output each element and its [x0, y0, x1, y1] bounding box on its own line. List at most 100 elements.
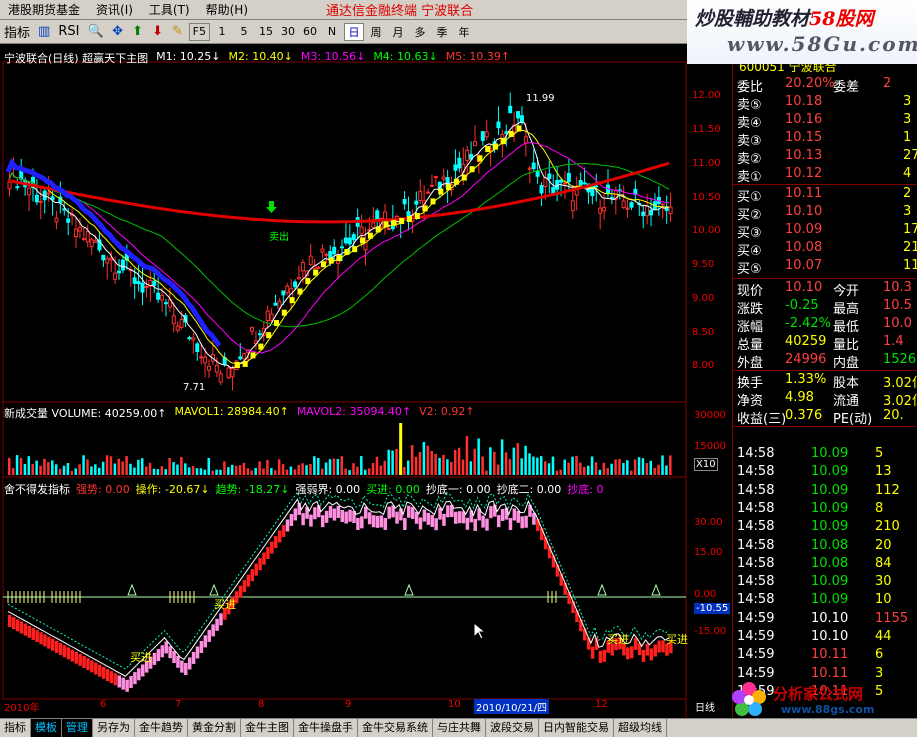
pencil-icon[interactable]: ✎: [169, 23, 187, 41]
period-button-6[interactable]: 日: [343, 22, 364, 41]
quote-label: 卖④: [737, 116, 762, 131]
trend-band-block: [383, 221, 389, 228]
quote-row: 卖⑤ 10.18 3: [733, 94, 917, 113]
volume-bar: [66, 463, 70, 475]
quote-value-2: 27: [903, 148, 917, 163]
period-button-5[interactable]: N: [322, 23, 342, 41]
volume-bar: [160, 466, 164, 475]
indicator-block: [39, 632, 43, 645]
volume-bar: [305, 465, 308, 475]
tab-12[interactable]: 超级均线: [614, 719, 667, 737]
tick-time: 14:59: [737, 610, 775, 626]
indicator-block: [101, 666, 106, 679]
indicator-block: [442, 513, 446, 526]
period-button-0[interactable]: 1: [212, 23, 232, 41]
volume-bar: [579, 462, 582, 475]
legend-m1: M1: 10.25↓: [156, 50, 221, 63]
indicator-block: [211, 624, 215, 637]
menu-item-news[interactable]: 资讯(I): [88, 1, 141, 18]
chart-icon[interactable]: ▥: [35, 23, 53, 41]
candle-body: [320, 248, 325, 253]
tab-5[interactable]: 黄金分割: [188, 719, 241, 737]
period-button-7[interactable]: 周: [366, 23, 386, 41]
tick-time: 14:58: [737, 592, 775, 608]
trend-band-block: [375, 226, 381, 233]
indicator-block: [58, 643, 63, 656]
period-button-4[interactable]: 60: [300, 23, 320, 41]
tick-price: 10.10: [811, 629, 849, 644]
menu-item-help[interactable]: 帮助(H): [198, 1, 256, 18]
period-button-10[interactable]: 季: [432, 23, 452, 41]
indicator-block: [649, 648, 654, 661]
up-arrow-icon[interactable]: ⬆: [129, 23, 147, 41]
trend-band-block: [469, 166, 475, 173]
rsi-icon[interactable]: RSI: [55, 23, 82, 41]
tab-4[interactable]: 金牛趋势: [135, 719, 188, 737]
tab-8[interactable]: 金牛交易系统: [358, 719, 433, 737]
indicator-block: [90, 660, 94, 673]
move-icon[interactable]: ✥: [109, 23, 127, 41]
volume-bar: [367, 468, 371, 475]
volume-bar: [125, 456, 128, 475]
volume-bar: [219, 469, 222, 475]
volume-bar: [274, 470, 277, 475]
candle-body: [457, 157, 462, 169]
volume-bar: [97, 467, 101, 475]
zoom-icon[interactable]: 🔍: [84, 23, 106, 41]
index-icon[interactable]: 指标: [1, 23, 33, 41]
tab-11[interactable]: 日内智能交易: [539, 719, 614, 737]
period-button-2[interactable]: 15: [256, 23, 276, 41]
tab-6[interactable]: 金牛主图: [241, 719, 294, 737]
f5-button[interactable]: F5: [188, 22, 210, 41]
volume-bar: [629, 470, 633, 475]
volume-bar: [590, 456, 594, 475]
quote-label-2: 今开: [833, 284, 860, 299]
volume-bar: [332, 458, 336, 475]
period-button-3[interactable]: 30: [278, 23, 298, 41]
indicator-block: [645, 643, 650, 656]
tab-10[interactable]: 波段交易: [486, 719, 539, 737]
volume-bar: [481, 456, 484, 475]
indicator-block: [141, 664, 145, 677]
indicator-block: [187, 657, 192, 670]
volume-bar: [618, 459, 621, 475]
time-axis-label: 12: [595, 699, 608, 710]
candle-body: [38, 200, 43, 203]
period-button-8[interactable]: 月: [388, 23, 408, 41]
tab-3[interactable]: 另存为: [93, 719, 135, 737]
menu-item-tools[interactable]: 工具(T): [141, 1, 198, 18]
candle-body: [93, 240, 98, 243]
trend-band-block: [438, 188, 444, 195]
indicator-block: [258, 558, 262, 571]
indicator-block: [274, 536, 278, 549]
menu-item-futures[interactable]: 港股期货基金: [0, 1, 88, 18]
candle-body: [230, 367, 235, 378]
kline-chart[interactable]: [0, 45, 732, 718]
trend-band-block: [289, 297, 295, 304]
indicator-block: [66, 647, 71, 660]
high-price-label: 11.99: [526, 93, 555, 104]
volume-bar: [657, 464, 660, 475]
period-button-1[interactable]: 5: [234, 23, 254, 41]
period-button-11[interactable]: 年: [454, 23, 474, 41]
volume-bar: [297, 464, 300, 475]
tab-2[interactable]: 管理: [62, 719, 93, 737]
candle-body: [163, 302, 168, 305]
tab-0[interactable]: 指标: [0, 719, 31, 737]
candle-body: [539, 185, 544, 194]
tick-row: 14:58 10.09 210: [733, 519, 917, 537]
quote-label: 买①: [737, 190, 762, 205]
indicator-block: [426, 512, 431, 525]
tick-row: 14:58 10.08 84: [733, 556, 917, 574]
quote-row: 买① 10.11 2: [733, 186, 917, 205]
time-axis-label: 2010年: [4, 703, 40, 714]
quote-label: 收益(三): [737, 412, 787, 427]
chart-area[interactable]: 宁波联合(日线) 超赢天下主图 M1: 10.25↓ M2: 10.40↓ M3…: [0, 45, 732, 718]
period-button-9[interactable]: 多: [410, 23, 430, 41]
tab-1[interactable]: 模板: [31, 719, 62, 737]
tab-9[interactable]: 与庄共舞: [433, 719, 486, 737]
down-arrow-icon[interactable]: ⬇: [149, 23, 167, 41]
volume-bar: [610, 463, 613, 475]
indicator-block: [207, 629, 211, 642]
tab-7[interactable]: 金牛操盘手: [294, 719, 358, 737]
